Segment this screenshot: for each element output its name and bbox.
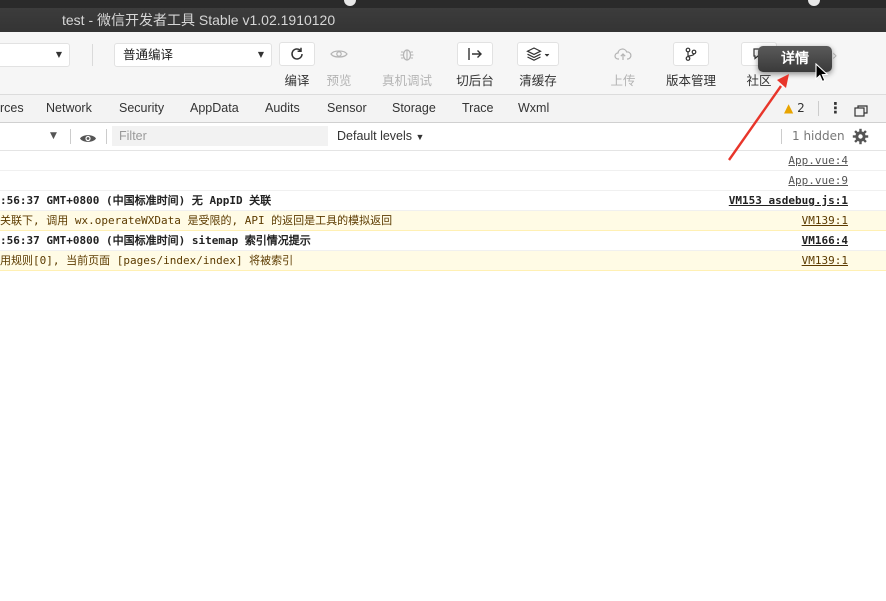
- hidden-count: 1 hidden: [792, 129, 845, 143]
- eye-icon: [321, 42, 357, 66]
- console-row: App.vue:9: [0, 171, 886, 191]
- log-levels-select[interactable]: Default levels ▼: [337, 123, 424, 150]
- console-output: App.vue:4 App.vue:9 :56:37 GMT+0800 (中国标…: [0, 151, 886, 271]
- tab-security[interactable]: Security: [119, 95, 164, 122]
- warning-icon: ▲: [784, 101, 794, 115]
- log-message: 关联下, 调用 wx.operateWXData 是受限的, API 的返回是工…: [0, 214, 393, 227]
- warning-counter[interactable]: ▲ 2: [784, 95, 805, 122]
- status-icon: [344, 0, 356, 6]
- switch-background-icon: [457, 42, 493, 66]
- console-filter-bar: ▼ Default levels ▼ 1 hidden: [0, 123, 886, 151]
- tab-network[interactable]: Network: [46, 95, 92, 122]
- bug-icon: [389, 42, 425, 66]
- window-title: test - 微信开发者工具 Stable v1.02.1910120: [0, 8, 886, 32]
- compile-mode-select[interactable]: 普通编译 ▼: [114, 43, 272, 67]
- tab-storage[interactable]: Storage: [392, 95, 436, 122]
- tab-sensor[interactable]: Sensor: [327, 95, 367, 122]
- layers-icon: [517, 42, 559, 66]
- remote-debug-button[interactable]: 真机调试: [372, 42, 442, 89]
- log-message: 用规则[0], 当前页面 [pages/index/index] 将被索引: [0, 254, 294, 267]
- log-source-link[interactable]: App.vue:4: [788, 151, 848, 170]
- chevron-down-icon: ▼: [55, 50, 62, 59]
- log-message: :56:37 GMT+0800 (中国标准时间) sitemap 索引情况提示: [0, 234, 311, 247]
- console-row: :56:37 GMT+0800 (中国标准时间) sitemap 索引情况提示 …: [0, 231, 886, 251]
- tab-audits[interactable]: Audits: [265, 95, 300, 122]
- preview-button[interactable]: 预览: [304, 42, 374, 89]
- warning-count: 2: [797, 101, 805, 115]
- compile-mode-value: 普通编译: [123, 47, 174, 62]
- toolbar: ▼ 普通编译 ▼ 编译 预览 真机调试 切后台 清缓存 上传 版本管理 社区 ›: [0, 32, 886, 95]
- devtools-tabs: rces Network Security AppData Audits Sen…: [0, 95, 886, 123]
- log-source-link[interactable]: VM139:1: [802, 251, 848, 270]
- tab-appdata[interactable]: AppData: [190, 95, 239, 122]
- more-vertical-icon[interactable]: ⋮: [828, 95, 843, 122]
- toolbar-divider: [92, 44, 93, 66]
- dock-icon[interactable]: [854, 102, 868, 117]
- filter-input[interactable]: [112, 126, 328, 146]
- console-row: :56:37 GMT+0800 (中国标准时间) 无 AppID 关联 VM15…: [0, 191, 886, 211]
- filter-divider: [106, 129, 107, 144]
- log-levels-value: Default levels: [337, 129, 413, 143]
- log-source-link[interactable]: App.vue:9: [788, 171, 848, 190]
- console-row: App.vue:4: [0, 151, 886, 171]
- tab-trace[interactable]: Trace: [462, 95, 494, 122]
- gear-icon[interactable]: [852, 128, 869, 145]
- filter-divider: [781, 129, 782, 144]
- menu-bar: [0, 0, 886, 8]
- version-management-button[interactable]: 版本管理: [656, 42, 726, 89]
- chevron-down-icon: ▼: [415, 132, 425, 142]
- filter-divider: [70, 129, 71, 144]
- upload-button[interactable]: 上传: [588, 42, 658, 89]
- eye-icon[interactable]: [79, 130, 97, 143]
- tab-wxml[interactable]: Wxml: [518, 95, 549, 122]
- background-switch-button[interactable]: 切后台: [440, 42, 510, 89]
- log-source-link[interactable]: VM139:1: [802, 211, 848, 230]
- log-source-link[interactable]: VM166:4: [802, 231, 848, 250]
- context-dropdown-icon[interactable]: ▼: [50, 123, 57, 150]
- log-message: :56:37 GMT+0800 (中国标准时间) 无 AppID 关联: [0, 194, 272, 207]
- console-warning-row: 用规则[0], 当前页面 [pages/index/index] 将被索引 VM…: [0, 251, 886, 271]
- user-icon: [808, 0, 820, 6]
- mode-select[interactable]: ▼: [0, 43, 70, 67]
- tab-sources[interactable]: rces: [0, 95, 24, 122]
- console-warning-row: 关联下, 调用 wx.operateWXData 是受限的, API 的返回是工…: [0, 211, 886, 231]
- mouse-cursor-icon: [815, 63, 829, 83]
- branch-icon: [673, 42, 709, 66]
- log-source-link[interactable]: VM153 asdebug.js:1: [729, 191, 848, 210]
- cloud-upload-icon: [605, 42, 641, 66]
- tabs-divider: [818, 101, 819, 116]
- chevron-right-icon: ›: [832, 48, 838, 64]
- clear-cache-button[interactable]: 清缓存: [503, 42, 573, 89]
